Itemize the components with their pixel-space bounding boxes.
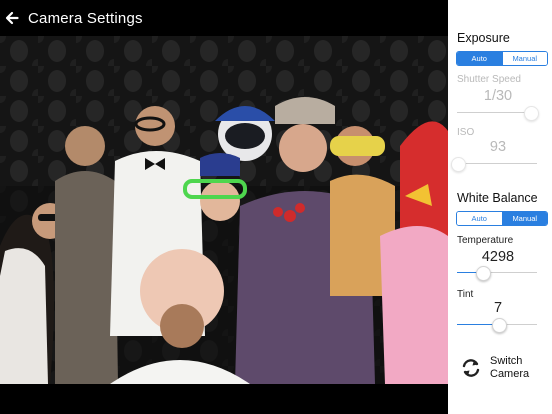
iso-value: 93: [489, 139, 507, 155]
temperature-label: Temperature: [457, 235, 514, 246]
top-bar: Camera Settings: [0, 0, 448, 36]
slider-thumb[interactable]: [450, 157, 466, 172]
bottom-bar: [0, 384, 448, 414]
camera-preview-photo: [0, 36, 448, 384]
switch-camera-button[interactable]: Switch Camera: [460, 352, 548, 384]
exposure-mode-control: Auto Manual: [456, 51, 548, 66]
refresh-arrows-icon: [462, 359, 480, 377]
page-title: Camera Settings: [28, 9, 143, 27]
white-balance-title: White Balance: [457, 191, 538, 205]
slider-thumb[interactable]: [476, 266, 492, 281]
white-balance-auto-option[interactable]: Auto: [457, 212, 502, 225]
iso-slider[interactable]: [450, 157, 537, 172]
exposure-manual-option[interactable]: Manual: [501, 52, 547, 65]
tint-value: 7: [493, 300, 503, 316]
exposure-title: Exposure: [457, 31, 510, 45]
white-balance-mode-control: Auto Manual: [456, 211, 548, 226]
temperature-value: 4298: [481, 249, 515, 265]
slider-thumb[interactable]: [524, 106, 540, 121]
shutter-speed-label: Shutter Speed: [457, 74, 521, 85]
back-button[interactable]: [0, 0, 19, 36]
arrow-left-icon: [5, 11, 19, 25]
iso-label: ISO: [457, 127, 475, 138]
slider-thumb[interactable]: [492, 318, 508, 333]
switch-camera-line1: Switch: [490, 355, 523, 367]
tint-slider[interactable]: [457, 318, 537, 333]
white-balance-manual-option[interactable]: Manual: [501, 212, 547, 225]
tint-label: Tint: [457, 289, 474, 300]
switch-camera-line2: Camera: [490, 368, 530, 380]
temperature-slider[interactable]: [457, 266, 537, 281]
shutter-speed-value: 1/30: [483, 88, 513, 104]
shutter-speed-slider[interactable]: [457, 106, 540, 121]
exposure-auto-option[interactable]: Auto: [457, 52, 502, 65]
settings-panel: Exposure Auto Manual Shutter Speed 1/30 …: [448, 0, 552, 414]
